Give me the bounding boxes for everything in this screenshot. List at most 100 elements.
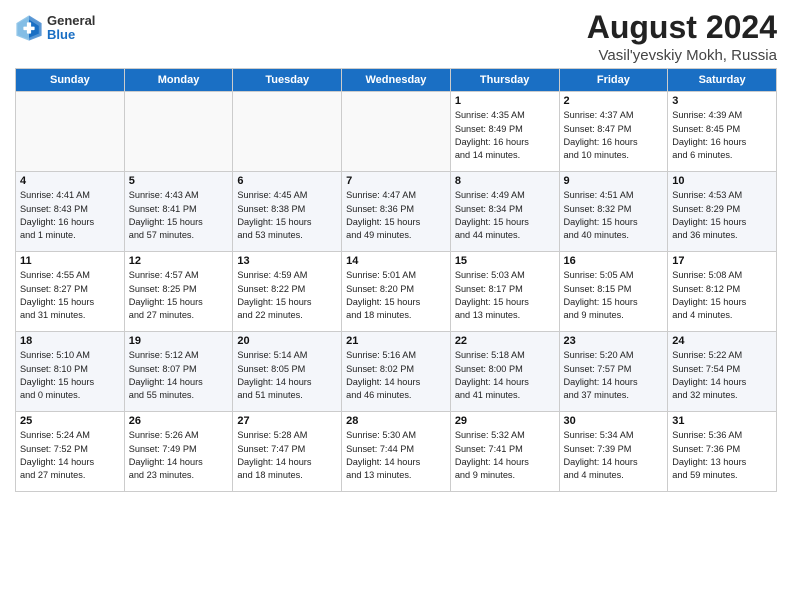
cell-1-3: 7 Sunrise: 4:47 AM Sunset: 8:36 PM Daylig… — [342, 172, 451, 252]
logo-icon — [15, 14, 43, 42]
day-number: 5 — [129, 175, 229, 187]
cell-3-2: 20 Sunrise: 5:14 AM Sunset: 8:05 PM Dayli… — [233, 332, 342, 412]
day-info: Sunrise: 4:45 AM Sunset: 8:38 PM Dayligh… — [237, 189, 337, 242]
main-container: General Blue August 2024 Vasil'yevskiy M… — [0, 0, 792, 500]
col-thursday: Thursday — [450, 69, 559, 92]
day-number: 12 — [129, 255, 229, 267]
cell-4-4: 29 Sunrise: 5:32 AM Sunset: 7:41 PM Dayli… — [450, 412, 559, 492]
cell-0-0 — [16, 92, 125, 172]
cell-0-5: 2Sunrise: 4:37 AM Sunset: 8:47 PM Daylig… — [559, 92, 668, 172]
cell-4-0: 25 Sunrise: 5:24 AM Sunset: 7:52 PM Dayli… — [16, 412, 125, 492]
day-info: Sunrise: 5:26 AM Sunset: 7:49 PM Dayligh… — [129, 429, 229, 482]
day-info: Sunrise: 5:03 AM Sunset: 8:17 PM Dayligh… — [455, 269, 555, 322]
day-number: 11 — [20, 255, 120, 267]
col-tuesday: Tuesday — [233, 69, 342, 92]
calendar-table: Sunday Monday Tuesday Wednesday Thursday… — [15, 68, 777, 492]
day-number: 29 — [455, 415, 555, 427]
cell-4-2: 27 Sunrise: 5:28 AM Sunset: 7:47 PM Dayli… — [233, 412, 342, 492]
cell-4-6: 31 Sunrise: 5:36 AM Sunset: 7:36 PM Dayli… — [668, 412, 777, 492]
day-info: Sunrise: 5:10 AM Sunset: 8:10 PM Dayligh… — [20, 349, 120, 402]
day-info: Sunrise: 4:41 AM Sunset: 8:43 PM Dayligh… — [20, 189, 120, 242]
day-number: 3 — [672, 95, 772, 107]
day-info: Sunrise: 5:36 AM Sunset: 7:36 PM Dayligh… — [672, 429, 772, 482]
week-row-1: 4 Sunrise: 4:41 AM Sunset: 8:43 PM Daylig… — [16, 172, 777, 252]
day-info: Sunrise: 5:24 AM Sunset: 7:52 PM Dayligh… — [20, 429, 120, 482]
cell-0-4: 1 Sunrise: 4:35 AM Sunset: 8:49 PM Daylig… — [450, 92, 559, 172]
day-number: 27 — [237, 415, 337, 427]
day-info: Sunrise: 4:53 AM Sunset: 8:29 PM Dayligh… — [672, 189, 772, 242]
day-number: 19 — [129, 335, 229, 347]
day-number: 9 — [564, 175, 664, 187]
day-number: 8 — [455, 175, 555, 187]
cell-2-5: 16 Sunrise: 5:05 AM Sunset: 8:15 PM Dayli… — [559, 252, 668, 332]
cell-1-1: 5 Sunrise: 4:43 AM Sunset: 8:41 PM Daylig… — [124, 172, 233, 252]
day-number: 14 — [346, 255, 446, 267]
week-row-3: 18Sunrise: 5:10 AM Sunset: 8:10 PM Dayli… — [16, 332, 777, 412]
calendar-header-row: Sunday Monday Tuesday Wednesday Thursday… — [16, 69, 777, 92]
day-info: Sunrise: 4:51 AM Sunset: 8:32 PM Dayligh… — [564, 189, 664, 242]
day-info: Sunrise: 5:30 AM Sunset: 7:44 PM Dayligh… — [346, 429, 446, 482]
cell-2-1: 12Sunrise: 4:57 AM Sunset: 8:25 PM Dayli… — [124, 252, 233, 332]
day-info: Sunrise: 5:08 AM Sunset: 8:12 PM Dayligh… — [672, 269, 772, 322]
day-number: 24 — [672, 335, 772, 347]
day-number: 4 — [20, 175, 120, 187]
cell-0-1 — [124, 92, 233, 172]
logo: General Blue — [15, 14, 95, 43]
cell-4-3: 28Sunrise: 5:30 AM Sunset: 7:44 PM Dayli… — [342, 412, 451, 492]
day-number: 21 — [346, 335, 446, 347]
day-info: Sunrise: 4:55 AM Sunset: 8:27 PM Dayligh… — [20, 269, 120, 322]
day-info: Sunrise: 5:28 AM Sunset: 7:47 PM Dayligh… — [237, 429, 337, 482]
day-info: Sunrise: 4:47 AM Sunset: 8:36 PM Dayligh… — [346, 189, 446, 242]
day-number: 23 — [564, 335, 664, 347]
day-number: 7 — [346, 175, 446, 187]
cell-3-4: 22Sunrise: 5:18 AM Sunset: 8:00 PM Dayli… — [450, 332, 559, 412]
day-info: Sunrise: 5:14 AM Sunset: 8:05 PM Dayligh… — [237, 349, 337, 402]
title-block: August 2024 Vasil'yevskiy Mokh, Russia — [587, 10, 777, 64]
cell-2-4: 15 Sunrise: 5:03 AM Sunset: 8:17 PM Dayli… — [450, 252, 559, 332]
day-number: 20 — [237, 335, 337, 347]
day-info: Sunrise: 4:43 AM Sunset: 8:41 PM Dayligh… — [129, 189, 229, 242]
day-info: Sunrise: 4:59 AM Sunset: 8:22 PM Dayligh… — [237, 269, 337, 322]
cell-3-1: 19Sunrise: 5:12 AM Sunset: 8:07 PM Dayli… — [124, 332, 233, 412]
day-info: Sunrise: 5:20 AM Sunset: 7:57 PM Dayligh… — [564, 349, 664, 402]
day-number: 31 — [672, 415, 772, 427]
day-info: Sunrise: 5:34 AM Sunset: 7:39 PM Dayligh… — [564, 429, 664, 482]
cell-3-0: 18Sunrise: 5:10 AM Sunset: 8:10 PM Dayli… — [16, 332, 125, 412]
col-wednesday: Wednesday — [342, 69, 451, 92]
logo-general: General — [47, 14, 95, 28]
cell-0-6: 3 Sunrise: 4:39 AM Sunset: 8:45 PM Daylig… — [668, 92, 777, 172]
day-info: Sunrise: 5:16 AM Sunset: 8:02 PM Dayligh… — [346, 349, 446, 402]
day-number: 25 — [20, 415, 120, 427]
day-number: 10 — [672, 175, 772, 187]
day-info: Sunrise: 4:37 AM Sunset: 8:47 PM Dayligh… — [564, 109, 664, 162]
week-row-4: 25 Sunrise: 5:24 AM Sunset: 7:52 PM Dayli… — [16, 412, 777, 492]
day-info: Sunrise: 5:05 AM Sunset: 8:15 PM Dayligh… — [564, 269, 664, 322]
day-info: Sunrise: 5:22 AM Sunset: 7:54 PM Dayligh… — [672, 349, 772, 402]
day-number: 13 — [237, 255, 337, 267]
cell-1-0: 4 Sunrise: 4:41 AM Sunset: 8:43 PM Daylig… — [16, 172, 125, 252]
day-number: 22 — [455, 335, 555, 347]
cell-1-5: 9 Sunrise: 4:51 AM Sunset: 8:32 PM Daylig… — [559, 172, 668, 252]
day-number: 26 — [129, 415, 229, 427]
day-info: Sunrise: 4:35 AM Sunset: 8:49 PM Dayligh… — [455, 109, 555, 162]
col-monday: Monday — [124, 69, 233, 92]
day-number: 15 — [455, 255, 555, 267]
col-friday: Friday — [559, 69, 668, 92]
day-info: Sunrise: 4:39 AM Sunset: 8:45 PM Dayligh… — [672, 109, 772, 162]
week-row-0: 1 Sunrise: 4:35 AM Sunset: 8:49 PM Daylig… — [16, 92, 777, 172]
cell-0-2 — [233, 92, 342, 172]
header: General Blue August 2024 Vasil'yevskiy M… — [15, 10, 777, 64]
logo-blue: Blue — [47, 28, 95, 42]
cell-4-1: 26 Sunrise: 5:26 AM Sunset: 7:49 PM Dayli… — [124, 412, 233, 492]
day-info: Sunrise: 5:01 AM Sunset: 8:20 PM Dayligh… — [346, 269, 446, 322]
location: Vasil'yevskiy Mokh, Russia — [587, 47, 777, 64]
day-number: 17 — [672, 255, 772, 267]
day-number: 30 — [564, 415, 664, 427]
day-info: Sunrise: 5:32 AM Sunset: 7:41 PM Dayligh… — [455, 429, 555, 482]
logo-text: General Blue — [47, 14, 95, 43]
cell-0-3 — [342, 92, 451, 172]
cell-2-3: 14 Sunrise: 5:01 AM Sunset: 8:20 PM Dayli… — [342, 252, 451, 332]
day-number: 16 — [564, 255, 664, 267]
day-number: 1 — [455, 95, 555, 107]
cell-3-5: 23 Sunrise: 5:20 AM Sunset: 7:57 PM Dayli… — [559, 332, 668, 412]
